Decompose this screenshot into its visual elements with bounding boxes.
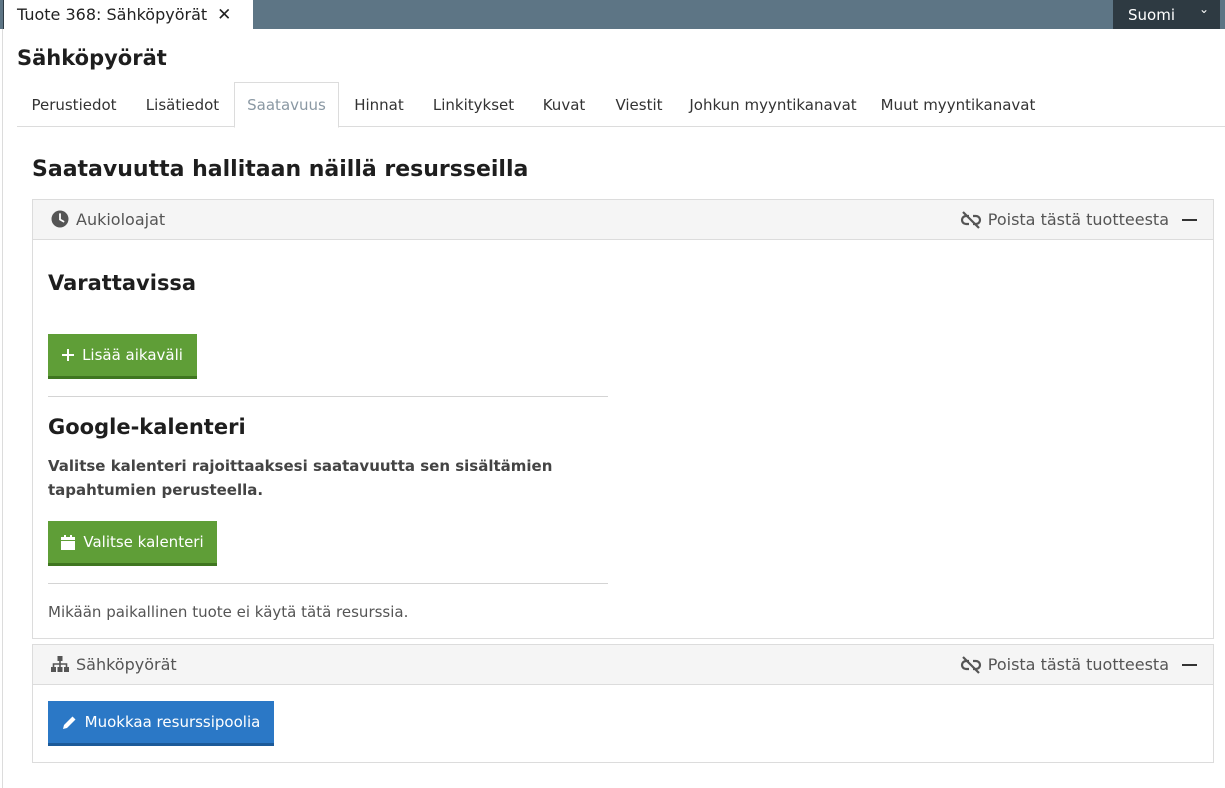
plus-icon xyxy=(62,349,75,361)
tab-lisatiedot[interactable]: Lisätiedot xyxy=(131,82,234,127)
document-tab[interactable]: Tuote 368: Sähköpyörät ✕ xyxy=(3,0,253,29)
tab-kuvat[interactable]: Kuvat xyxy=(528,82,600,127)
divider xyxy=(48,583,608,584)
sitemap-icon xyxy=(51,656,69,672)
language-selector[interactable]: Suomi ⌄ xyxy=(1113,0,1220,29)
tab-johkun-myyntikanavat[interactable]: Johkun myyntikanavat xyxy=(678,82,868,127)
bookable-heading: Varattavissa xyxy=(48,271,197,295)
clock-icon xyxy=(51,210,69,228)
opening-hours-panel: Aukioloajat Poista tästä tuotteesta Vara… xyxy=(32,199,1214,639)
page-title: Sähköpyörät xyxy=(17,46,167,70)
opening-hours-title: Aukioloajat xyxy=(76,210,166,229)
opening-hours-panel-header[interactable]: Aukioloajat Poista tästä tuotteesta xyxy=(33,200,1213,240)
resource-pool-panel: Sähköpyörät Poista tästä tuotteesta Muok… xyxy=(32,644,1214,763)
tab-viestit[interactable]: Viestit xyxy=(600,82,678,127)
document-tab-label: Tuote 368: Sähköpyörät xyxy=(17,5,208,24)
resource-usage-note: Mikään paikallinen tuote ei käytä tätä r… xyxy=(48,603,409,621)
edit-resource-pool-button[interactable]: Muokkaa resurssipoolia xyxy=(48,701,274,746)
chevron-down-icon: ⌄ xyxy=(1198,2,1209,16)
divider xyxy=(48,396,608,397)
resource-pool-title: Sähköpyörät xyxy=(76,655,177,674)
tab-perustiedot[interactable]: Perustiedot xyxy=(17,82,131,127)
tab-muut-myyntikanavat[interactable]: Muut myyntikanavat xyxy=(868,82,1048,127)
pencil-icon xyxy=(62,716,76,729)
section-title: Saatavuutta hallitaan näillä resursseill… xyxy=(32,157,529,182)
collapse-icon[interactable] xyxy=(1182,664,1197,666)
tab-saatavuus[interactable]: Saatavuus xyxy=(234,82,339,128)
unlink-icon xyxy=(960,210,981,229)
unlink-icon xyxy=(960,655,981,674)
collapse-icon[interactable] xyxy=(1182,219,1197,221)
google-calendar-description: Valitse kalenteri rajoittaaksesi saatavu… xyxy=(48,457,553,499)
choose-calendar-button[interactable]: Valitse kalenteri xyxy=(48,521,217,566)
tab-linkitykset[interactable]: Linkitykset xyxy=(419,82,528,127)
remove-from-product-link[interactable]: Poista tästä tuotteesta xyxy=(960,210,1169,229)
left-border xyxy=(2,29,3,788)
language-label: Suomi xyxy=(1128,5,1175,24)
close-icon[interactable]: ✕ xyxy=(217,5,231,25)
remove-from-product-link[interactable]: Poista tästä tuotteesta xyxy=(960,655,1169,674)
google-calendar-heading: Google-kalenteri xyxy=(48,415,246,439)
tab-hinnat[interactable]: Hinnat xyxy=(339,82,419,127)
tab-bar: Perustiedot Lisätiedot Saatavuus Hinnat … xyxy=(17,82,1225,128)
add-interval-button[interactable]: Lisää aikaväli xyxy=(48,334,197,379)
resource-pool-panel-header[interactable]: Sähköpyörät Poista tästä tuotteesta xyxy=(33,645,1213,685)
calendar-icon xyxy=(61,534,76,550)
top-bar: Tuote 368: Sähköpyörät ✕ Suomi ⌄ xyxy=(0,0,1225,29)
